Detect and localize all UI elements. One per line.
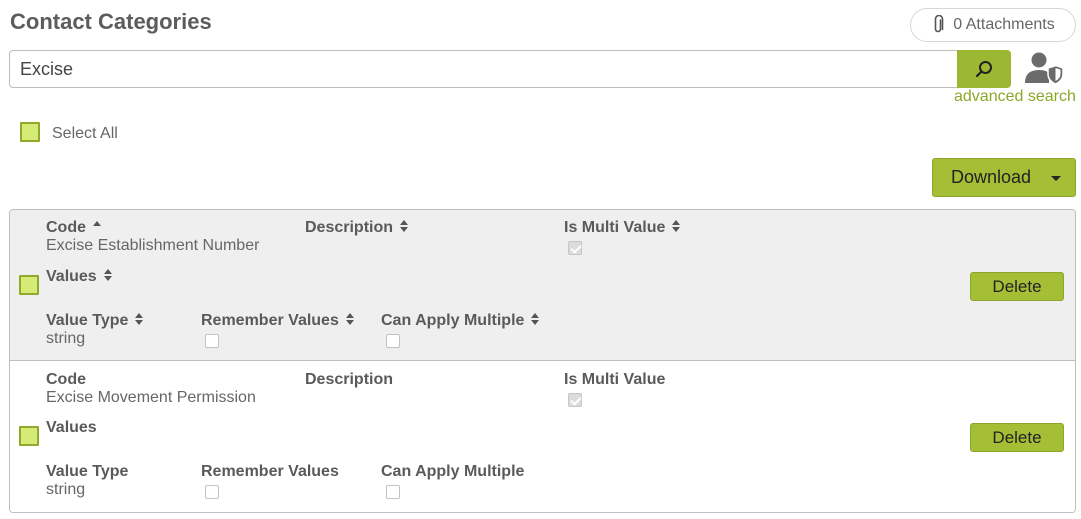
description-header[interactable]: Description	[305, 219, 409, 237]
can-apply-multiple-checkbox	[386, 485, 400, 499]
attachments-button[interactable]: 0 Attachments	[910, 8, 1076, 42]
is-multi-value-checkbox	[568, 241, 582, 255]
value-type-header[interactable]: Value Type	[46, 312, 144, 330]
attachments-label: 0 Attachments	[953, 16, 1055, 33]
is-multi-value-checkbox	[568, 393, 582, 407]
search-button[interactable]	[957, 50, 1011, 88]
user-shield-icon[interactable]	[1024, 51, 1064, 85]
code-value: Excise Establishment Number	[46, 237, 260, 254]
can-apply-multiple-header[interactable]: Can Apply Multiple	[381, 312, 540, 330]
value-type-value: string	[46, 481, 86, 498]
remember-values-checkbox	[205, 334, 219, 348]
download-label: Download	[951, 167, 1032, 187]
advanced-search-link[interactable]: advanced search	[954, 88, 1076, 106]
sort-icon	[531, 313, 540, 325]
sort-icon	[672, 220, 681, 232]
sort-icon	[103, 269, 112, 281]
delete-button[interactable]: Delete	[970, 272, 1064, 301]
description-header: Description	[305, 371, 394, 388]
select-all-label: Select All	[52, 125, 118, 142]
sort-icon	[135, 313, 144, 325]
row-select-checkbox[interactable]	[19, 426, 39, 446]
list-item: Code Excise Movement Permission Descript…	[10, 361, 1075, 512]
values-header[interactable]: Values	[46, 268, 113, 286]
values-header: Values	[46, 419, 97, 436]
search-icon	[975, 61, 992, 78]
code-value: Excise Movement Permission	[46, 389, 256, 406]
remember-values-header[interactable]: Remember Values	[201, 312, 355, 330]
can-apply-multiple-checkbox	[386, 334, 400, 348]
code-header[interactable]: Code	[46, 219, 102, 237]
value-type-value: string	[46, 330, 86, 347]
code-header: Code	[46, 371, 86, 388]
is-multi-value-header: Is Multi Value	[564, 371, 666, 388]
value-type-header: Value Type	[46, 463, 129, 480]
remember-values-header: Remember Values	[201, 463, 339, 480]
sort-asc-icon	[93, 221, 101, 226]
remember-values-checkbox	[205, 485, 219, 499]
page-title: Contact Categories	[10, 9, 212, 34]
caret-down-icon[interactable]	[1051, 176, 1061, 181]
row-select-checkbox[interactable]	[19, 275, 39, 295]
search-input[interactable]	[9, 50, 957, 88]
sort-icon	[400, 220, 409, 232]
paperclip-icon	[934, 15, 944, 33]
is-multi-value-header[interactable]: Is Multi Value	[564, 219, 681, 237]
sort-icon	[345, 313, 354, 325]
categories-list: Code Excise Establishment Number Descrip…	[9, 209, 1076, 513]
can-apply-multiple-header: Can Apply Multiple	[381, 463, 525, 480]
download-button[interactable]: Download	[932, 158, 1076, 197]
select-all-checkbox[interactable]	[20, 122, 40, 142]
list-item: Code Excise Establishment Number Descrip…	[10, 210, 1075, 361]
delete-button[interactable]: Delete	[970, 423, 1064, 452]
